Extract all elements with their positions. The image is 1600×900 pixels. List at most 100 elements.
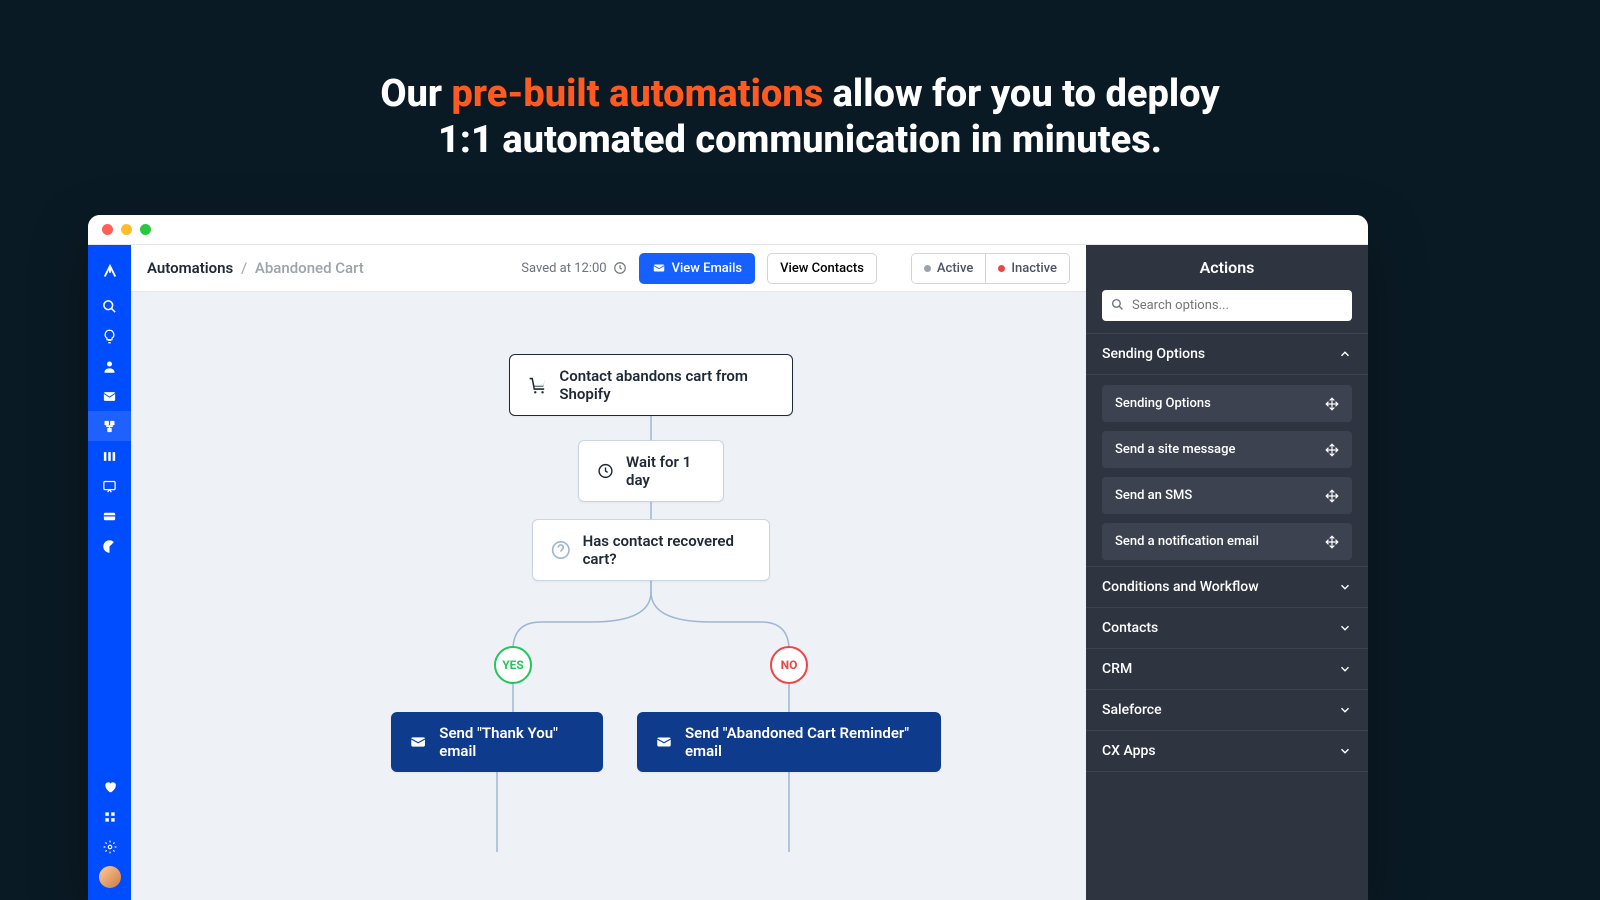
reports-icon[interactable] — [88, 531, 131, 561]
mail-icon — [655, 732, 673, 752]
breadcrumb-root[interactable]: Automations — [147, 259, 233, 277]
automation-canvas[interactable]: Contact abandons cart from Shopify Wait … — [131, 292, 1086, 900]
inactive-pip-icon — [998, 265, 1005, 272]
section-contacts[interactable]: Contacts — [1086, 608, 1368, 649]
yes-badge: YES — [494, 646, 532, 684]
actions-panel: Actions Sending Options Sending Options — [1086, 245, 1368, 900]
hero-part1: Our — [380, 72, 451, 116]
clock-icon — [597, 461, 614, 481]
no-badge: NO — [770, 646, 808, 684]
status-active[interactable]: Active — [912, 254, 985, 283]
question-icon — [551, 539, 571, 561]
section-label: Contacts — [1102, 620, 1158, 636]
card-icon[interactable] — [88, 501, 131, 531]
avatar[interactable] — [99, 866, 121, 888]
wait-label: Wait for 1 day — [626, 453, 705, 489]
section-cx-apps[interactable]: CX Apps — [1086, 731, 1368, 772]
section-conditions[interactable]: Conditions and Workflow — [1086, 567, 1368, 608]
action-item-label: Sending Options — [1115, 396, 1211, 411]
actions-search-input[interactable] — [1102, 290, 1352, 321]
action-item-label: Send a notification email — [1115, 534, 1259, 549]
cart-icon — [528, 374, 547, 396]
move-icon — [1325, 397, 1339, 411]
no-label: NO — [781, 658, 798, 672]
view-contacts-label: View Contacts — [780, 261, 864, 276]
gear-icon[interactable] — [88, 832, 131, 862]
trigger-node[interactable]: Contact abandons cart from Shopify — [509, 354, 793, 416]
chevron-down-icon — [1338, 744, 1352, 758]
action-sms[interactable]: Send an SMS — [1102, 477, 1352, 514]
window-zoom-icon[interactable] — [140, 224, 151, 235]
breadcrumb: Automations / Abandoned Cart — [147, 259, 364, 277]
window-close-icon[interactable] — [102, 224, 113, 235]
search-icon[interactable] — [88, 291, 131, 321]
section-label: CRM — [1102, 661, 1132, 677]
section-sending-body: Sending Options Send a site message Send… — [1086, 375, 1368, 567]
breadcrumb-sep: / — [241, 259, 247, 277]
saved-text: Saved at 12:00 — [521, 261, 606, 276]
deals-icon[interactable] — [88, 441, 131, 471]
chevron-down-icon — [1338, 703, 1352, 717]
section-sending-label: Sending Options — [1102, 346, 1205, 362]
section-crm[interactable]: CRM — [1086, 649, 1368, 690]
yes-label: YES — [502, 658, 524, 672]
move-icon — [1325, 443, 1339, 457]
app-window: Automations / Abandoned Cart Saved at 12… — [88, 215, 1368, 900]
trigger-label: Contact abandons cart from Shopify — [559, 367, 774, 403]
app-logo-icon[interactable] — [88, 253, 131, 291]
status-toggle: Active Inactive — [911, 253, 1070, 284]
mail-icon — [652, 261, 666, 275]
view-emails-button[interactable]: View Emails — [639, 253, 756, 284]
condition-node[interactable]: Has contact recovered cart? — [532, 519, 770, 581]
actions-title: Actions — [1086, 245, 1368, 290]
action-no-node[interactable]: Send "Abandoned Cart Reminder" email — [637, 712, 941, 772]
automation-icon[interactable] — [88, 411, 131, 441]
window-chrome — [88, 215, 1368, 245]
view-contacts-button[interactable]: View Contacts — [767, 253, 877, 284]
hero-part2: allow for you to deploy — [823, 72, 1219, 116]
saved-status: Saved at 12:00 — [521, 261, 626, 276]
action-notification-email[interactable]: Send a notification email — [1102, 523, 1352, 560]
heart-icon[interactable] — [88, 772, 131, 802]
history-icon[interactable] — [613, 261, 627, 275]
hero-line2: 1:1 automated communication in minutes. — [0, 118, 1600, 164]
topbar: Automations / Abandoned Cart Saved at 12… — [131, 245, 1086, 292]
move-icon — [1325, 535, 1339, 549]
condition-label: Has contact recovered cart? — [583, 532, 751, 568]
hero-heading: Our pre-built automations allow for you … — [0, 0, 1600, 213]
section-label: Saleforce — [1102, 702, 1162, 718]
action-sending-options[interactable]: Sending Options — [1102, 385, 1352, 422]
action-site-message[interactable]: Send a site message — [1102, 431, 1352, 468]
wait-node[interactable]: Wait for 1 day — [578, 440, 724, 502]
active-label: Active — [937, 261, 973, 276]
sidebar — [88, 245, 131, 900]
actions-search — [1086, 290, 1368, 333]
chevron-down-icon — [1338, 621, 1352, 635]
window-minimize-icon[interactable] — [121, 224, 132, 235]
chat-icon[interactable] — [88, 471, 131, 501]
section-sending[interactable]: Sending Options — [1086, 334, 1368, 375]
action-item-label: Send a site message — [1115, 442, 1235, 457]
chevron-down-icon — [1338, 580, 1352, 594]
inactive-label: Inactive — [1011, 261, 1057, 276]
section-label: CX Apps — [1102, 743, 1156, 759]
section-salesforce[interactable]: Saleforce — [1086, 690, 1368, 731]
mail-icon — [409, 732, 427, 752]
active-pip-icon — [924, 265, 931, 272]
action-yes-node[interactable]: Send "Thank You" email — [391, 712, 603, 772]
mail-icon[interactable] — [88, 381, 131, 411]
view-emails-label: View Emails — [672, 261, 743, 276]
hero-accent: pre-built automations — [452, 72, 824, 116]
action-no-label: Send "Abandoned Cart Reminder" email — [685, 724, 923, 760]
section-label: Conditions and Workflow — [1102, 579, 1259, 595]
person-icon[interactable] — [88, 351, 131, 381]
chevron-up-icon — [1338, 347, 1352, 361]
action-item-label: Send an SMS — [1115, 488, 1192, 503]
chevron-down-icon — [1338, 662, 1352, 676]
apps-icon[interactable] — [88, 802, 131, 832]
search-icon — [1111, 298, 1124, 311]
status-inactive[interactable]: Inactive — [985, 254, 1069, 283]
action-yes-label: Send "Thank You" email — [439, 724, 585, 760]
move-icon — [1325, 489, 1339, 503]
lightbulb-icon[interactable] — [88, 321, 131, 351]
